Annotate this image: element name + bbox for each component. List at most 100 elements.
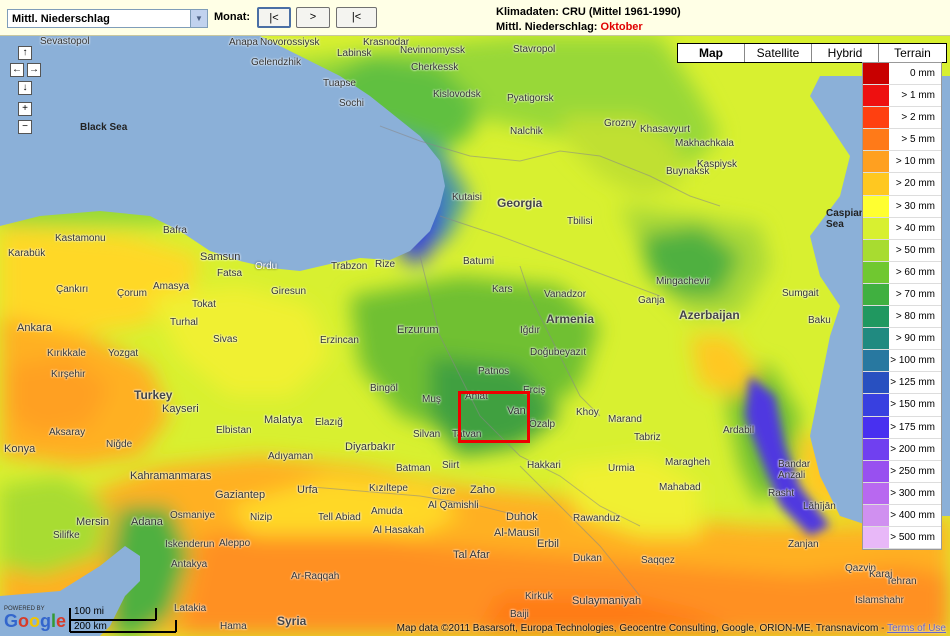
place-label: Ordu [255, 261, 278, 272]
place-label: Yozgat [108, 348, 139, 359]
place-label: Karaj [869, 569, 893, 580]
pan-down-button[interactable]: ↓ [18, 81, 32, 95]
prev-month-button[interactable]: |< [257, 7, 291, 28]
place-label: Bingöl [370, 383, 398, 394]
place-label: Sivas [213, 334, 238, 345]
place-label: Al-Mausil [494, 527, 540, 539]
place-label: Baku [808, 315, 831, 326]
legend-label: > 60 mm [895, 266, 935, 278]
precipitation-legend: 0 mm > 1 mm > 2 mm > 5 mm > 10 mm > 20 mm > 30… [862, 62, 942, 551]
place-label: Saqqez [641, 555, 675, 566]
place-label: Trabzon [331, 261, 368, 272]
place-label: Konya [4, 443, 36, 455]
legend-label: 0 mm [910, 68, 935, 79]
place-label: Mersin [76, 516, 110, 528]
place-label: Islamshahr [855, 595, 904, 606]
legend-swatch [863, 195, 889, 217]
legend-swatch [863, 107, 889, 129]
place-label: Khoy [576, 407, 599, 418]
place-label: Bafra [163, 225, 187, 236]
legend-row: 0 mm [863, 63, 941, 86]
map-type-satellite[interactable]: Satellite [745, 44, 812, 62]
legend-row: > 300 mm [863, 482, 941, 505]
toolbar: Mittl. Niederschlag ▼ Monat: |< > |< Kli… [0, 0, 950, 36]
place-label: Dukan [573, 553, 602, 564]
place-label: Özalp [529, 419, 556, 430]
map-attribution: Map data ©2011 Basarsoft, Europa Technol… [397, 623, 946, 634]
legend-swatch [863, 394, 889, 416]
legend-swatch [863, 526, 889, 549]
place-label: Urfa [297, 484, 318, 496]
place-label: Khasavyurt [640, 124, 691, 135]
pan-left-button[interactable]: ← [10, 63, 24, 77]
legend-row: > 5 mm [863, 129, 941, 152]
legend-swatch [863, 416, 889, 438]
legend-swatch [863, 63, 889, 85]
map-canvas[interactable]: Black Sea Georgia Armenia Azerbaijan Tur… [0, 36, 950, 636]
legend-row: > 500 mm [863, 526, 941, 550]
legend-label: > 2 mm [901, 112, 935, 124]
place-label: Kızıltepe [369, 483, 408, 494]
next-month-button[interactable]: > [296, 7, 330, 28]
legend-swatch [863, 283, 889, 306]
legend-label: > 20 mm [895, 178, 935, 190]
parameter-select-value: Mittl. Niederschlag [12, 13, 110, 25]
place-label: Osmaniye [170, 510, 216, 521]
place-label: Al Hasakah [373, 525, 425, 536]
place-label: Kutaisi [452, 192, 483, 203]
google-logo[interactable]: Google [4, 612, 66, 630]
place-label: Cizre [432, 486, 456, 497]
map-type-hybrid[interactable]: Hybrid [812, 44, 879, 62]
place-label: Batumi [463, 256, 495, 267]
zoom-out-button[interactable]: − [18, 120, 32, 134]
legend-swatch [863, 173, 889, 195]
legend-swatch [863, 151, 889, 173]
map-type-map[interactable]: Map [678, 44, 745, 62]
chevron-down-icon[interactable]: ▼ [190, 10, 207, 27]
place-label: Makhachkala [675, 138, 734, 149]
region-label: Syria [277, 614, 307, 628]
place-label: Labinsk [337, 48, 372, 59]
climate-parameter-label: Mittl. Niederschlag: [496, 21, 598, 33]
legend-row: > 90 mm [863, 328, 941, 351]
place-label: Zaho [470, 484, 496, 496]
legend-swatch [863, 239, 889, 261]
legend-label: > 200 mm [890, 443, 935, 455]
place-label: Baiji [510, 609, 529, 620]
place-label: Kahramanmaras [130, 470, 212, 482]
legend-row: > 50 mm [863, 239, 941, 262]
pan-up-button[interactable]: ↑ [18, 46, 32, 60]
climate-info: Klimadaten: CRU (Mittel 1961-1990) Mittl… [496, 5, 681, 35]
place-label: Silvan [413, 429, 441, 440]
first-month-button[interactable]: |< [336, 7, 377, 28]
place-label: Lāhījān [803, 501, 836, 512]
place-label: Karabük [8, 248, 46, 259]
legend-swatch [863, 129, 889, 151]
terms-of-use-link[interactable]: Terms of Use [887, 623, 946, 634]
legend-row: > 2 mm [863, 107, 941, 130]
legend-swatch [863, 306, 889, 328]
legend-label: > 175 mm [890, 421, 935, 433]
pan-right-button[interactable]: → [27, 63, 41, 77]
place-label: Nizip [250, 512, 273, 523]
legend-row: > 125 mm [863, 372, 941, 395]
place-label: Ankara [17, 322, 52, 334]
legend-row: > 250 mm [863, 460, 941, 483]
legend-swatch [863, 504, 889, 526]
legend-row: > 60 mm [863, 261, 941, 284]
zoom-in-button[interactable]: + [18, 102, 32, 116]
parameter-select[interactable]: Mittl. Niederschlag ▼ [7, 9, 208, 28]
place-label: Bandar Anzali [778, 459, 811, 481]
place-label: Iskenderun [165, 539, 215, 550]
legend-label: > 300 mm [890, 487, 935, 499]
legend-swatch [863, 85, 889, 107]
legend-row: > 150 mm [863, 394, 941, 417]
place-label: Hama [220, 621, 247, 632]
map-type-terrain[interactable]: Terrain [879, 44, 946, 62]
legend-label: > 250 mm [890, 465, 935, 477]
place-label: Kırşehir [51, 369, 86, 380]
place-label: Malatya [264, 414, 303, 426]
place-label: Batman [396, 463, 431, 474]
legend-label: > 10 mm [895, 156, 935, 168]
legend-row: > 70 mm [863, 283, 941, 307]
